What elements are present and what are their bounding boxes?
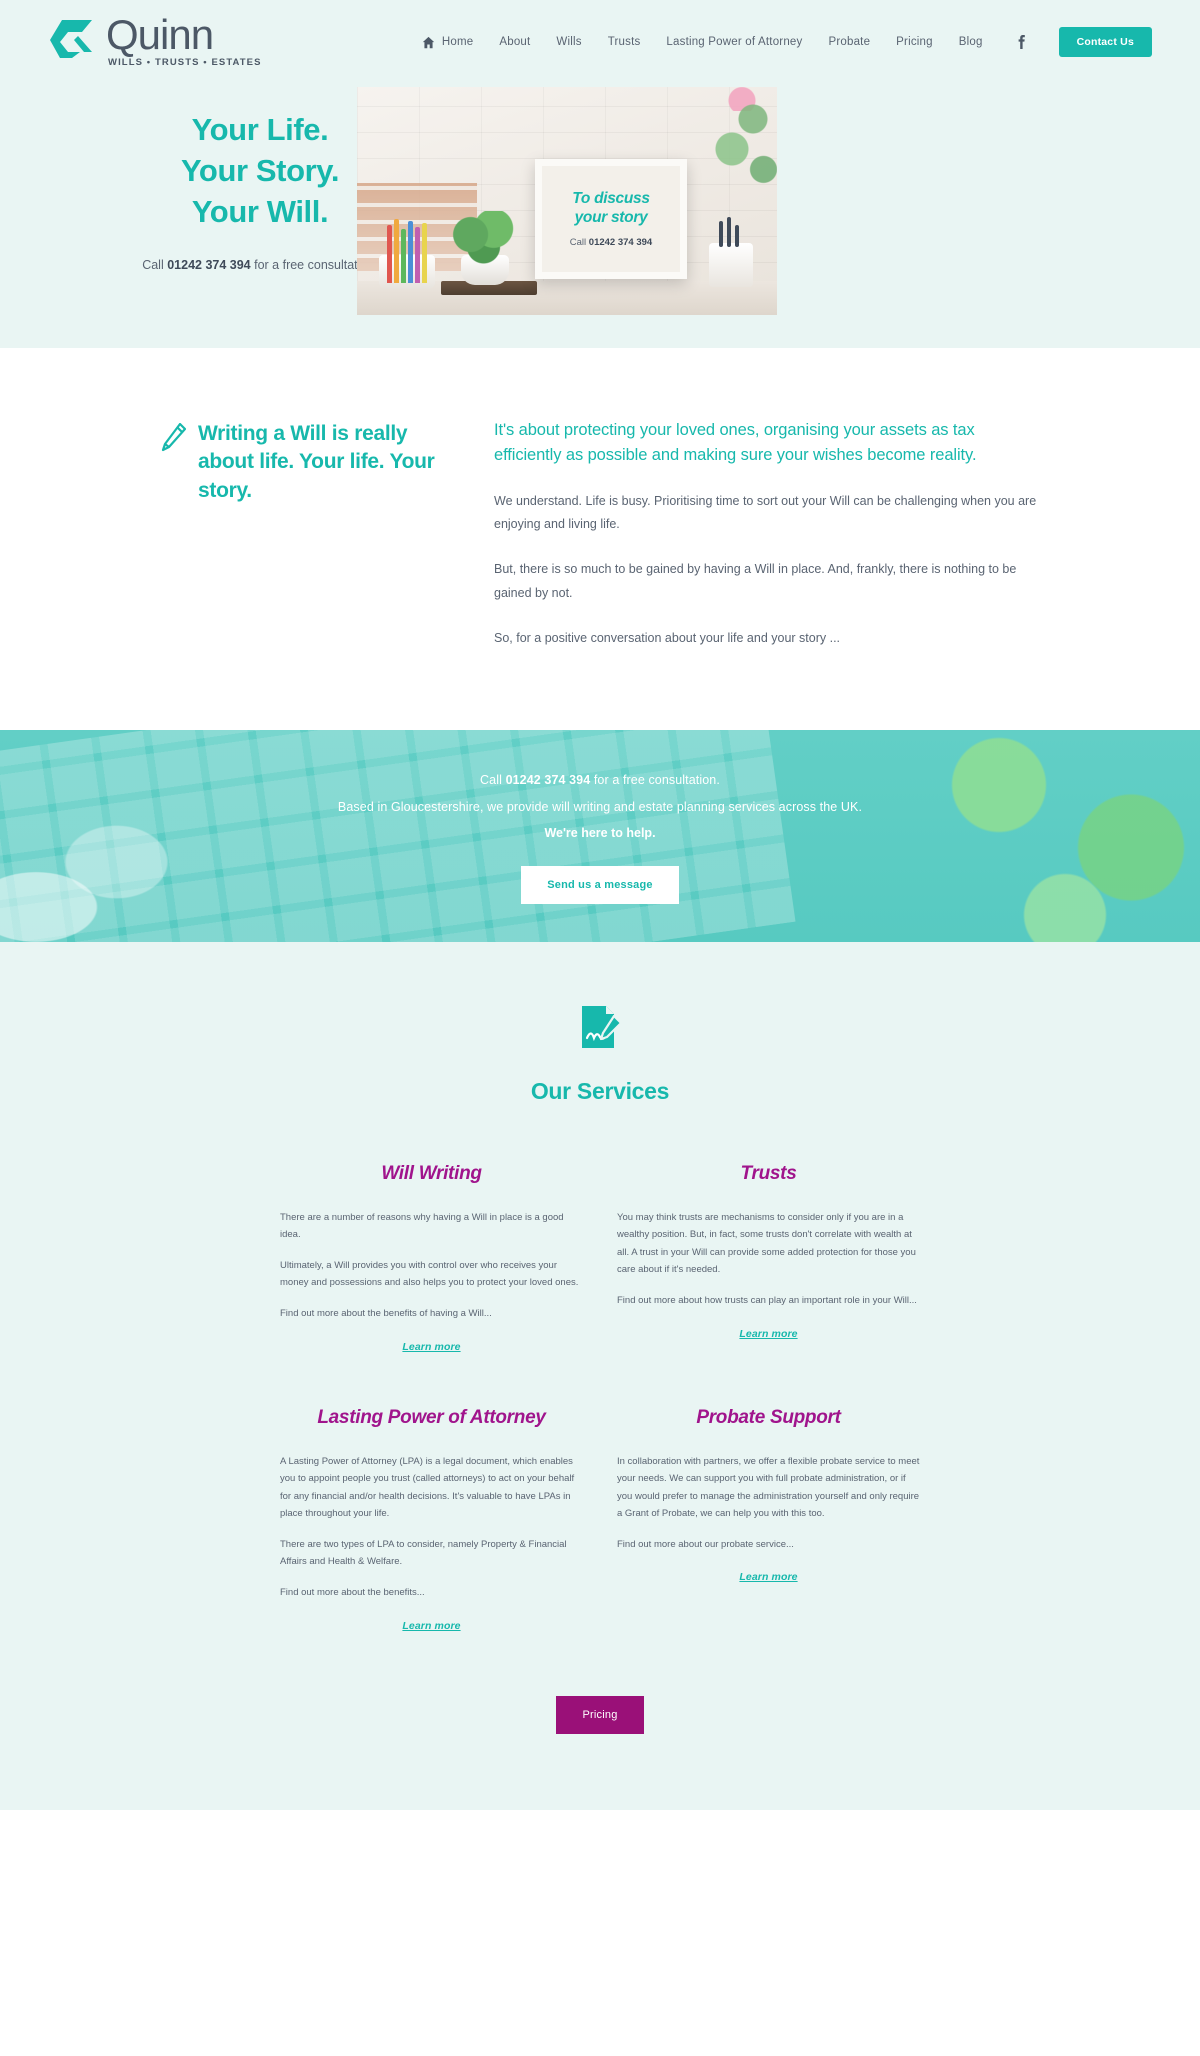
nav-item-blog[interactable]: Blog — [959, 36, 983, 48]
framed-sign-call-prefix: Call — [569, 236, 589, 248]
service-card-trusts: Trusts You may think trusts are mechanis… — [617, 1163, 920, 1355]
service-paragraph: There are a number of reasons why having… — [280, 1211, 564, 1241]
framed-sign-phone: 01242 374 394 — [588, 236, 653, 248]
quinn-hexagon-logo-icon — [50, 19, 92, 58]
service-paragraph: There are two types of LPA to consider, … — [280, 1538, 567, 1568]
service-paragraph: Find out more about the benefits... — [280, 1586, 425, 1598]
learn-more-link-lasting-power-of-attorney[interactable]: Learn more — [402, 1620, 460, 1632]
hero-title-line-1: Your Life. — [191, 112, 329, 147]
cta-stationery-background — [0, 801, 220, 942]
writing-lead-paragraph: It's about protecting your loved ones, o… — [494, 421, 977, 465]
hero-photo: To discuss your story Call 01242 374 394 — [357, 87, 777, 315]
site-logo[interactable]: Quinn WILLS • TRUSTS • ESTATES — [48, 10, 262, 69]
service-card-lasting-power-of-attorney: Lasting Power of Attorney A Lasting Powe… — [280, 1407, 583, 1634]
service-paragraph: A Lasting Power of Attorney (LPA) is a l… — [280, 1455, 575, 1520]
services-title: Our Services — [530, 1077, 670, 1104]
cta-call-suffix: for a free consultation. — [590, 773, 720, 788]
cta-phone-number[interactable]: 01242 374 394 — [506, 773, 591, 787]
service-card-title: Trusts — [740, 1162, 797, 1184]
home-icon — [422, 36, 435, 48]
writing-paragraph-1: We understand. Life is busy. Prioritisin… — [494, 494, 1037, 532]
nav-item-wills[interactable]: Wills — [556, 36, 581, 48]
framed-sign-line-2: your story — [574, 209, 648, 226]
nav-item-pricing[interactable]: Pricing — [896, 36, 933, 48]
pencil-icon — [161, 423, 186, 452]
cta-tagline: We're here to help. — [544, 825, 656, 840]
hero-framed-sign: To discuss your story Call 01242 374 394 — [535, 159, 687, 279]
service-paragraph: You may think trusts are mechanisms to c… — [617, 1211, 916, 1276]
contact-us-button[interactable]: Contact Us — [1058, 27, 1152, 57]
writing-title: Writing a Will is really about life. You… — [198, 422, 435, 502]
writing-body-block: It's about protecting your loved ones, o… — [494, 416, 1040, 650]
writing-heading-block: Writing a Will is really about life. You… — [160, 416, 460, 650]
pricing-button[interactable]: Pricing — [556, 1695, 644, 1734]
service-paragraph: Find out more about how trusts can play … — [617, 1295, 917, 1307]
nav-item-about[interactable]: About — [499, 36, 530, 48]
learn-more-link-will-writing[interactable]: Learn more — [402, 1341, 460, 1353]
hero-phone-number[interactable]: 01242 374 394 — [167, 258, 250, 272]
contact-cta-band: Call 01242 374 394 for a free consultati… — [0, 729, 1200, 942]
cta-call-prefix: Call — [480, 773, 506, 788]
document-sign-icon — [582, 1005, 622, 1048]
writing-paragraph-3: So, for a positive conversation about yo… — [494, 630, 841, 645]
service-card-probate-support: Probate Support In collaboration with pa… — [617, 1407, 920, 1634]
hero-title-line-2: Your Story. — [180, 152, 340, 188]
hero-photo-pen-holder — [709, 217, 753, 287]
hero-section: Your Life. Your Story. Your Will. Call 0… — [0, 84, 1200, 348]
service-card-will-writing: Will Writing There are a number of reaso… — [280, 1163, 583, 1355]
cta-call-line: Call 01242 374 394 for a free consultati… — [338, 767, 862, 793]
hero-photo-green-plant — [449, 211, 521, 273]
service-card-title: Will Writing — [381, 1162, 482, 1184]
framed-sign-line-1: To discuss — [572, 190, 650, 208]
service-paragraph: In collaboration with partners, we offer… — [617, 1455, 920, 1520]
framed-sign-call: Call 01242 374 394 — [570, 237, 652, 248]
nav-item-probate[interactable]: Probate — [828, 36, 870, 48]
hero-call-prefix: Call — [142, 257, 168, 272]
service-paragraph: Ultimately, a Will provides you with con… — [280, 1259, 579, 1289]
our-services-section: Our Services Will Writing There are a nu… — [0, 941, 1200, 1810]
main-navigation: Home About Wills Trusts Lasting Power of… — [422, 27, 1152, 57]
service-paragraph: Find out more about our probate service.… — [617, 1538, 794, 1550]
cta-description-line: Based in Gloucestershire, we provide wil… — [337, 799, 863, 814]
service-card-title: Lasting Power of Attorney — [317, 1406, 546, 1428]
learn-more-link-trusts[interactable]: Learn more — [739, 1328, 797, 1340]
send-us-a-message-button[interactable]: Send us a message — [521, 866, 679, 905]
facebook-icon[interactable] — [1013, 34, 1029, 50]
nav-item-home-label: Home — [441, 36, 474, 48]
writing-paragraph-2: But, there is so much to be gained by ha… — [494, 562, 1017, 600]
learn-more-link-probate-support[interactable]: Learn more — [739, 1571, 797, 1583]
service-card-title: Probate Support — [696, 1406, 841, 1428]
writing-a-will-section: Writing a Will is really about life. You… — [0, 348, 1200, 730]
nav-item-home[interactable]: Home — [422, 36, 473, 49]
hero-title-line-3: Your Will. — [191, 193, 329, 229]
nav-item-trusts[interactable]: Trusts — [608, 36, 641, 48]
logo-tagline: WILLS • TRUSTS • ESTATES — [108, 57, 262, 69]
framed-sign-title: To discuss your story — [572, 190, 650, 228]
nav-item-lasting-power-of-attorney[interactable]: Lasting Power of Attorney — [666, 36, 802, 48]
service-paragraph: Find out more about the benefits of havi… — [280, 1308, 492, 1320]
logo-wordmark: Quinn — [106, 10, 214, 58]
services-card-grid: Will Writing There are a number of reaso… — [280, 1163, 920, 1634]
cta-foliage-background — [900, 729, 1200, 942]
hero-photo-right-plant — [711, 95, 777, 215]
hero-photo-pencils — [385, 217, 431, 283]
site-header: Quinn WILLS • TRUSTS • ESTATES Home Abou… — [0, 0, 1200, 84]
